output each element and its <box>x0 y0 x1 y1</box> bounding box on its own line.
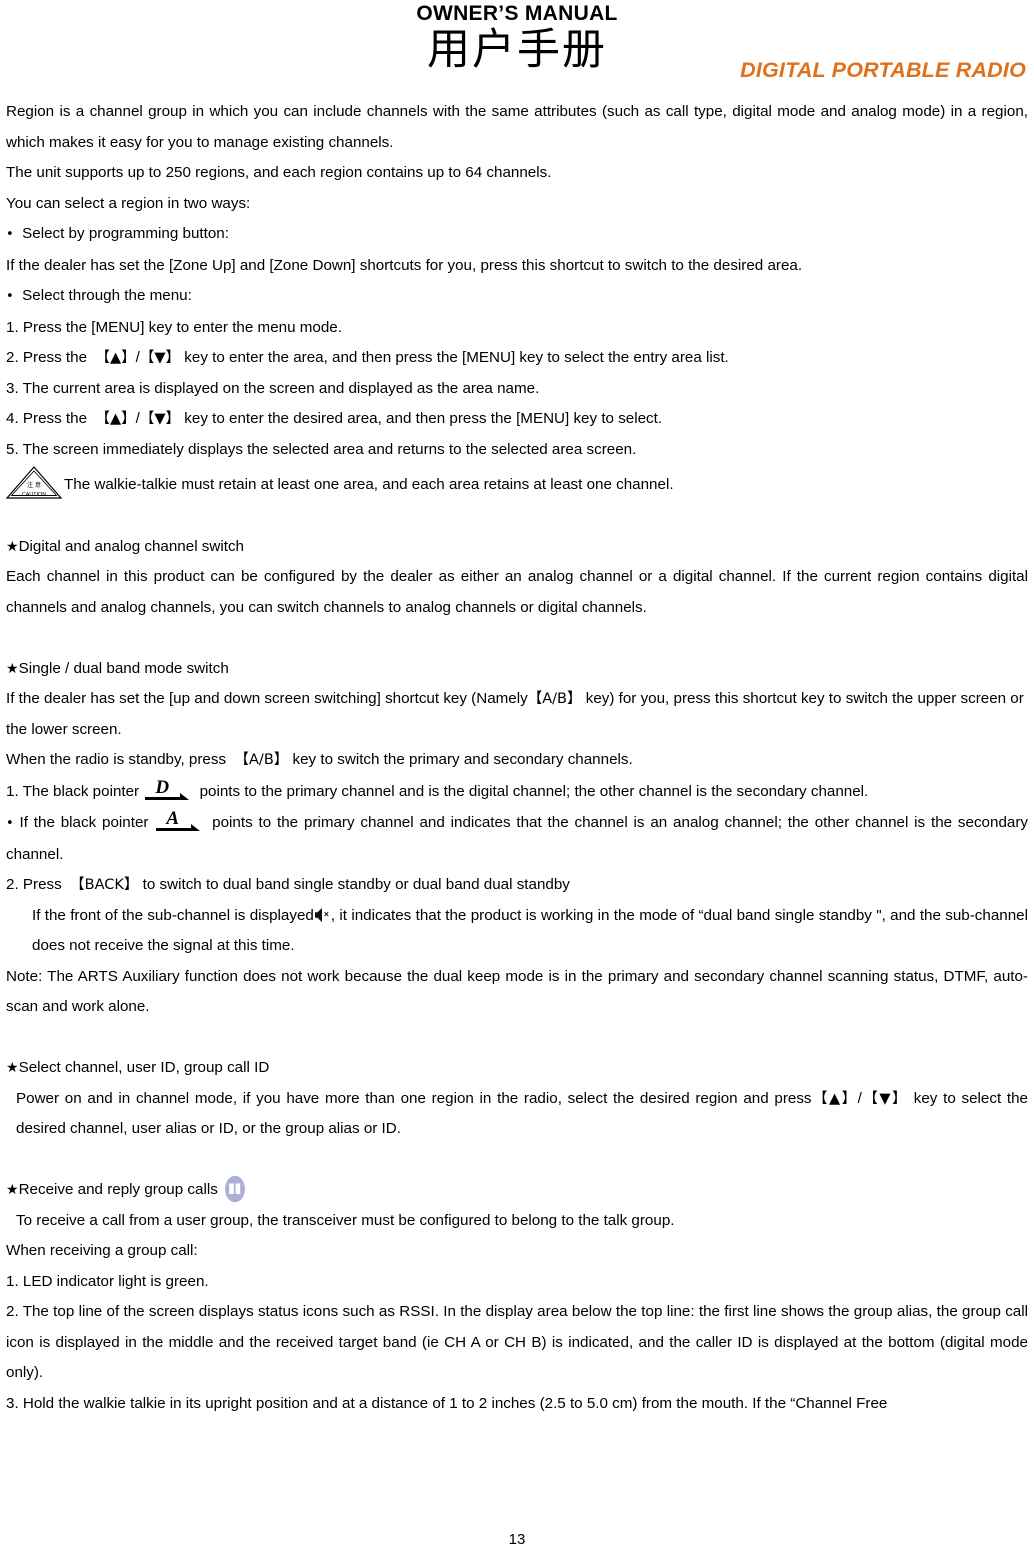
manual-page: OWNER’S MANUAL 用户手册 DIGITAL PORTABLE RAD… <box>0 0 1034 1556</box>
star-icon: ★ <box>6 1182 19 1198</box>
paragraph-updown-shortcut: If the dealer has set the [up and down s… <box>6 684 1028 745</box>
key-up-bracket: 【▲】 <box>95 350 136 366</box>
bullet-select-through-menu: • Select through the menu: <box>6 281 1028 313</box>
key-back-bracket: 【BACK】 <box>70 877 139 893</box>
paragraph-pointer-analog: • If the black pointer A points to the p… <box>6 807 1028 870</box>
star-icon: ★ <box>6 538 19 555</box>
paragraph-arts-note: Note: The ARTS Auxiliary function does n… <box>6 967 1028 1016</box>
pointer-analog-text-a: If the black pointer <box>19 814 149 831</box>
pointer-bar <box>145 796 184 800</box>
analog-pointer-icon: A <box>154 807 206 833</box>
heading-digital-analog-switch: ★Digital and analog channel switch <box>6 532 1028 563</box>
back-key-text-a: 2. Press <box>6 876 62 893</box>
page-header: OWNER’S MANUAL 用户手册 DIGITAL PORTABLE RAD… <box>6 0 1028 96</box>
bullet-label-programming: Select by programming button: <box>22 225 229 242</box>
bullet-select-by-programming: • Select by programming button: <box>6 219 1028 251</box>
step-4-text-a: 4. Press the <box>6 410 88 427</box>
step-2-arrow-keys: 2. Press the 【▲】/【▼】 key to enter the ar… <box>6 343 1028 374</box>
manual-body: Region is a channel group in which you c… <box>6 97 1028 1419</box>
star-icon: ★ <box>6 660 19 677</box>
paragraph-standby-ab: When the radio is standby, press 【A/B】 k… <box>6 745 1028 776</box>
svg-text:CAUTION: CAUTION <box>22 492 46 498</box>
pointer-arrow-tip <box>180 792 190 800</box>
bullet-label-menu: Select through the menu: <box>22 287 192 304</box>
key-ab-bracket: 【A/B】 <box>527 691 582 707</box>
key-up-bracket: 【▲】 <box>811 1090 858 1107</box>
key-up-bracket: 【▲】 <box>95 411 136 427</box>
pointer-digital-text-b: points to the primary channel and is the… <box>199 782 869 800</box>
paragraph-top-line-status: 2. The top line of the screen displays s… <box>6 1303 1028 1381</box>
heading-single-dual-band: ★Single / dual band mode switch <box>6 654 1028 685</box>
paragraph-region-capacity: The unit supports up to 250 regions, and… <box>6 164 552 181</box>
paragraph-region-intro: Region is a channel group in which you c… <box>6 103 1028 151</box>
caution-icon: 注 意 CAUTION <box>6 465 64 501</box>
step-2-text-a: 2. Press the <box>6 349 88 366</box>
standby-ab-text-a: When the radio is standby, press <box>6 751 227 768</box>
step-3-current-area: 3. The current area is displayed on the … <box>6 379 540 397</box>
caution-note-text: The walkie-talkie must retain at least o… <box>64 476 674 493</box>
page-number: 13 <box>508 1531 526 1548</box>
caution-note-line: 注 意 CAUTION The walkie-talkie must retai… <box>6 465 1028 501</box>
select-region-text-a: Power on and in channel mode, if you hav… <box>16 1089 812 1107</box>
bullet-icon: • <box>6 816 14 831</box>
paragraph-zone-shortcuts: If the dealer has set the [Zone Up] and … <box>6 256 803 274</box>
product-type-label: DIGITAL PORTABLE RADIO <box>740 58 1026 82</box>
key-down-bracket: 【▼】 <box>139 411 181 427</box>
heading-select-channel-label: Select channel, user ID, group call ID <box>18 1059 270 1076</box>
step-4-arrow-keys: 4. Press the 【▲】/【▼】 key to enter the de… <box>6 404 1028 435</box>
bullet-icon: • <box>6 227 14 242</box>
standby-ab-text-b: key to switch the primary and secondary … <box>292 751 633 768</box>
step-5-screen-display: 5. The screen immediately displays the s… <box>6 440 637 458</box>
pointer-digital-text-a: 1. The black pointer <box>6 782 140 800</box>
bullet-icon: • <box>6 289 14 304</box>
group-call-icon <box>224 1175 246 1203</box>
paragraph-channel-config: Each channel in this product can be conf… <box>6 568 1028 616</box>
analog-pointer-glyph: A <box>166 808 179 829</box>
step-1-menu-key: 1. Press the [MENU] key to enter the men… <box>6 318 342 336</box>
heading-group-calls-label: Receive and reply group calls <box>18 1181 218 1198</box>
paragraph-subchannel-mute: If the front of the sub-channel is displ… <box>6 901 1028 962</box>
star-icon: ★ <box>6 1060 19 1076</box>
key-down-bracket: 【▼】 <box>139 350 181 366</box>
paragraph-when-receiving: When receiving a group call: <box>6 1242 198 1259</box>
subchannel-mute-text-a: If the front of the sub-channel is displ… <box>32 906 314 924</box>
key-down-bracket: 【▼】 <box>861 1090 909 1107</box>
heading-select-channel: ★Select channel, user ID, group call ID <box>6 1053 1028 1084</box>
updown-shortcut-text-a: If the dealer has set the [up and down s… <box>6 690 528 707</box>
digital-pointer-icon: D <box>143 776 195 802</box>
key-ab-bracket: 【A/B】 <box>234 752 289 768</box>
svg-text:注 意: 注 意 <box>27 481 41 489</box>
speaker-mute-icon <box>314 907 331 923</box>
paragraph-select-ways: You can select a region in two ways: <box>6 194 251 212</box>
paragraph-pointer-digital: 1. The black pointer D points to the pri… <box>6 776 1028 808</box>
pointer-arrow-tip <box>191 824 201 831</box>
digital-pointer-glyph: D <box>155 776 170 798</box>
owners-manual-title: OWNER’S MANUAL <box>416 2 618 25</box>
heading-digital-analog-label: Digital and analog channel switch <box>18 537 244 555</box>
paragraph-back-key: 2. Press 【BACK】 to switch to dual band s… <box>6 870 1028 901</box>
step-4-text-b: key to enter the desired area, and then … <box>184 410 663 427</box>
heading-receive-reply-group-calls: ★Receive and reply group calls <box>6 1175 1028 1206</box>
paragraph-talk-group-config: To receive a call from a user group, the… <box>16 1211 675 1229</box>
step-2-text-b: key to enter the area, and then press th… <box>184 349 729 366</box>
paragraph-hold-walkie-talkie: 3. Hold the walkie talkie in its upright… <box>6 1394 888 1412</box>
pointer-bar <box>156 828 195 831</box>
heading-single-dual-band-label: Single / dual band mode switch <box>18 659 229 677</box>
paragraph-select-region-channel: Power on and in channel mode, if you hav… <box>6 1084 1028 1145</box>
back-key-text-b: to switch to dual band single standby or… <box>142 876 570 893</box>
paragraph-led-green: 1. LED indicator light is green. <box>6 1272 209 1290</box>
